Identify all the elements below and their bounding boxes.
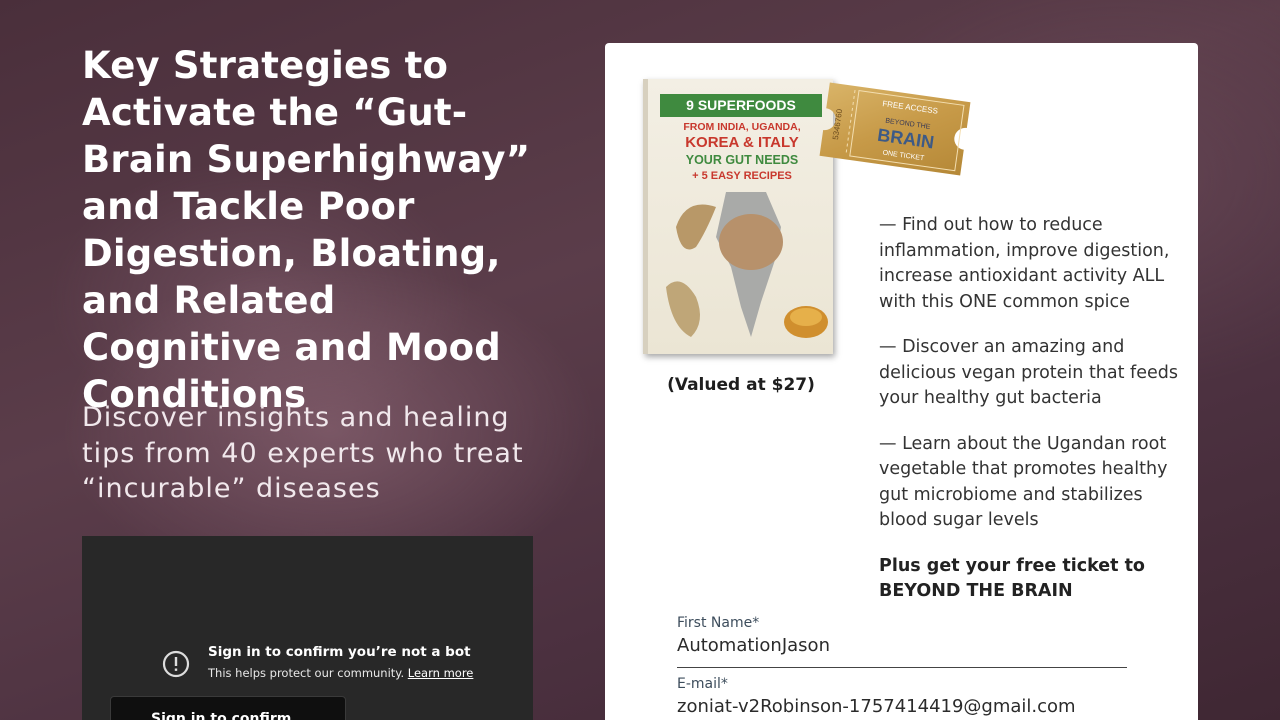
benefit-list: — Find out how to reduce inflammation, i… (879, 213, 1179, 625)
ebook-cover: 9 SUPERFOODS FROM INDIA, UGANDA, KOREA &… (643, 79, 833, 354)
alert-circle-icon (162, 650, 190, 678)
ebook-title-line1: 9 SUPERFOODS (660, 94, 822, 117)
page-subheadline: Discover insights and healing tips from … (82, 402, 524, 504)
ebook-title-line2: FROM INDIA, UGANDA, KOREA & ITALY (656, 119, 828, 151)
first-name-field[interactable]: First Name* AutomationJason (677, 615, 1127, 668)
ebook-title-line2a: FROM INDIA, UGANDA, (683, 121, 801, 133)
ebook-map-image (666, 192, 828, 338)
ebook-title-line3: YOUR GUT NEEDS (685, 153, 799, 167)
benefit-item: — Discover an amazing and delicious vega… (879, 337, 1178, 408)
learn-more-link[interactable]: Learn more (408, 666, 474, 680)
first-name-label: First Name* (677, 615, 760, 631)
first-name-input[interactable]: AutomationJason (677, 635, 1127, 656)
ebook-title-line4: + 5 EASY RECIPES (692, 170, 792, 182)
email-field[interactable]: E-mail* zoniat-v2Robinson-1757414419@gma… (677, 676, 1127, 717)
benefit-item: — Find out how to reduce inflammation, i… (879, 215, 1170, 312)
bot-check-title: Sign in to confirm you’re not a bot (208, 644, 471, 660)
page-headline: Key Strategies to Activate the “Gut-Brai… (82, 44, 531, 416)
email-label: E-mail* (677, 676, 728, 692)
event-ticket-image: 5346760 FREE ACCESS BEYOND THE BRAIN ONE… (819, 82, 971, 176)
bot-check-subtitle: This helps protect our community. Learn … (208, 666, 473, 680)
ebook-title-line2b: KOREA & ITALY (685, 134, 799, 151)
sign-in-button[interactable]: Sign in to confirm (110, 696, 346, 720)
email-input[interactable]: zoniat-v2Robinson-1757414419@gmail.com (677, 696, 1127, 717)
bot-check-notice: Sign in to confirm you’re not a bot This… (162, 644, 473, 680)
optin-card: 9 SUPERFOODS FROM INDIA, UGANDA, KOREA &… (605, 43, 1198, 720)
free-ticket-text: Plus get your free ticket to BEYOND THE … (879, 555, 1145, 602)
video-embed[interactable]: Sign in to confirm you’re not a bot This… (82, 536, 533, 720)
valued-price: (Valued at $27) (667, 375, 815, 395)
bot-check-subtitle-text: This helps protect our community. (208, 666, 405, 680)
benefit-item: — Learn about the Ugandan root vegetable… (879, 433, 1168, 531)
